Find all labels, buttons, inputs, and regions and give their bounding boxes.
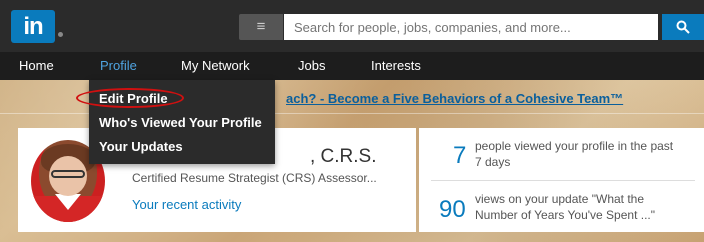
profile-name[interactable]: , C.R.S.	[310, 146, 377, 168]
nav-interests[interactable]: Interests	[371, 58, 421, 73]
search-icon	[676, 20, 690, 34]
main-nav: Home Profile My Network Jobs Interests	[0, 52, 704, 80]
top-header-bar: in ≡	[0, 0, 704, 52]
profile-views-text[interactable]: people viewed your profile in the past 7…	[475, 138, 675, 170]
promo-banner-link[interactable]: ach? - Become a Five Behaviors of a Cohe…	[286, 91, 623, 106]
profile-views-count[interactable]: 7	[453, 142, 466, 170]
search-category-menu-icon[interactable]: ≡	[239, 14, 283, 40]
menu-item-your-updates[interactable]: Your Updates	[99, 139, 183, 154]
profile-stats-card: 7 people viewed your profile in the past…	[419, 128, 704, 232]
nav-profile[interactable]: Profile	[100, 58, 137, 73]
update-views-count[interactable]: 90	[439, 196, 466, 224]
search-input[interactable]	[284, 14, 658, 40]
menu-item-whos-viewed[interactable]: Who's Viewed Your Profile	[99, 115, 262, 130]
nav-jobs[interactable]: Jobs	[298, 58, 325, 73]
linkedin-logo[interactable]: in	[11, 10, 55, 43]
update-views-text[interactable]: views on your update "What the Number of…	[475, 191, 675, 223]
stats-divider	[431, 180, 695, 181]
recent-activity-link[interactable]: Your recent activity	[132, 197, 241, 212]
nav-home[interactable]: Home	[19, 58, 54, 73]
highlight-annotation-oval	[76, 88, 184, 108]
logo-registered-mark	[58, 32, 63, 37]
profile-headline: Certified Resume Strategist (CRS) Assess…	[132, 171, 377, 185]
search-button[interactable]	[662, 14, 704, 40]
avatar-glasses	[51, 170, 85, 178]
nav-my-network[interactable]: My Network	[181, 58, 250, 73]
